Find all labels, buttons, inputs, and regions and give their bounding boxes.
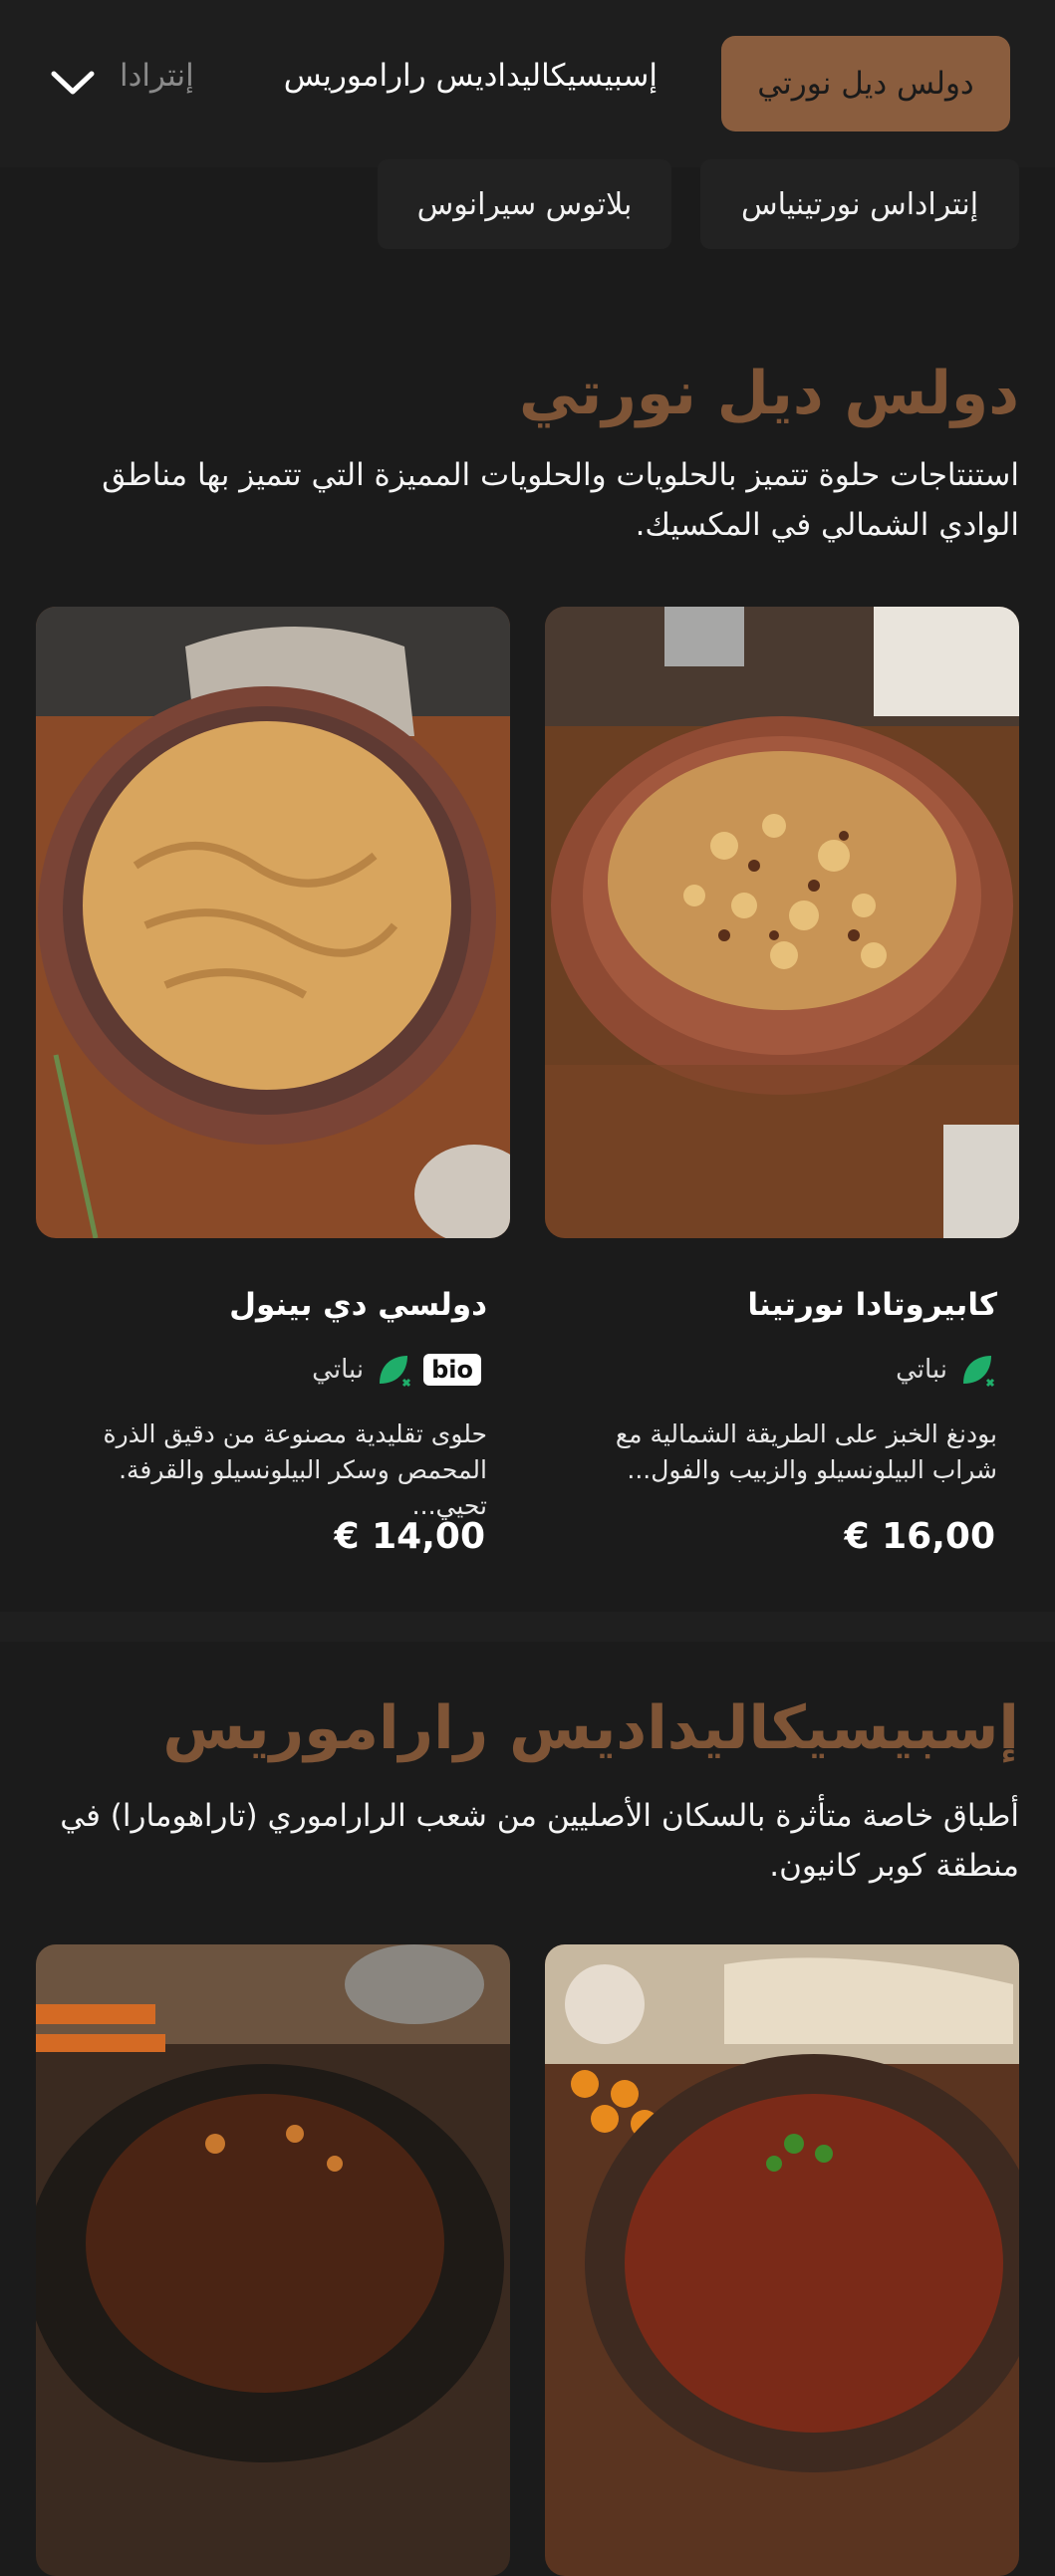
dish-price: 16,00 €: [844, 1516, 995, 1557]
dish-image[interactable]: [545, 1944, 1019, 2576]
subtab-platos-serranos[interactable]: بلاتوس سيرانوس: [378, 159, 671, 249]
dish-tags: نباتي: [896, 1350, 997, 1390]
dish-description: حلوى تقليدية مصنوعة من دقيق الذرة المحمص…: [103, 1419, 487, 1520]
dish-image-dulce-de-pinol[interactable]: [36, 607, 510, 1238]
tab-dulce-del-norte[interactable]: دولس ديل نورتي: [721, 36, 1010, 131]
dish-name[interactable]: دولسي دي بينول: [29, 1287, 487, 1323]
dish-description: بودنغ الخبز على الطريقة الشمالية مع شراب…: [615, 1419, 997, 1484]
tab-especialidades-raramuris[interactable]: إسبيسيكاليداديس راراموريس: [284, 58, 658, 94]
section-description: أطباق خاصة متأثرة بالسكان الأصليين من شع…: [60, 1798, 1019, 1884]
vegan-label: نباتي: [896, 1355, 947, 1385]
dish-image-capirotada[interactable]: [545, 607, 1019, 1238]
leaf-icon: [380, 1356, 411, 1388]
section-title: إسبيسيكاليداديس راراموريس: [162, 1693, 1019, 1763]
section-title: دولس ديل نورتي: [518, 359, 1019, 428]
vegan-label: نباتي: [312, 1355, 365, 1385]
dish-image[interactable]: [36, 1944, 510, 2576]
tab-entradas[interactable]: إنترادا: [120, 58, 209, 94]
dish-tags: bio نباتي: [312, 1350, 487, 1390]
section-description: استنتاجات حلوة تتميز بالحلويات والحلويات…: [102, 457, 1019, 543]
dish-price: 14,00 €: [334, 1516, 485, 1557]
category-nav: دولس ديل نورتي إسبيسيكاليداديس راراموريس…: [0, 0, 1055, 167]
chevron-down-icon[interactable]: [48, 62, 98, 102]
dish-name[interactable]: كابيروتادا نورتينا: [539, 1287, 997, 1323]
section-divider: [0, 1612, 1055, 1642]
leaf-icon: [963, 1356, 995, 1388]
bio-badge: bio: [423, 1354, 481, 1386]
subtab-entradas-nortenas[interactable]: إنتراداس نورتينياس: [700, 159, 1019, 249]
